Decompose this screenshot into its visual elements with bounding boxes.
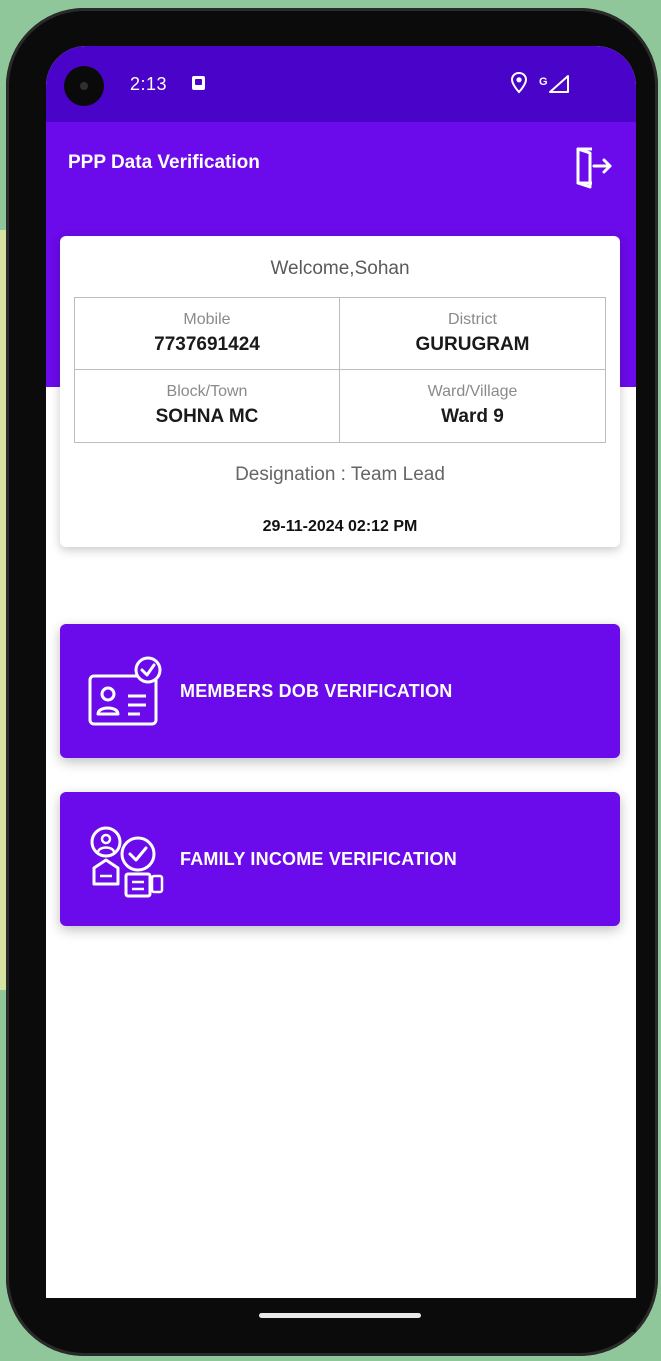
ward-label: Ward/Village bbox=[427, 383, 518, 400]
welcome-text: Welcome,Sohan bbox=[270, 258, 410, 279]
login-datetime: 29-11-2024 02:12 PM bbox=[262, 518, 418, 535]
mobile-cell: Mobile 7737691424 bbox=[75, 298, 340, 370]
status-time: 2:13 bbox=[130, 74, 168, 94]
home-indicator[interactable] bbox=[259, 1313, 421, 1318]
ward-cell: Ward/Village Ward 9 bbox=[340, 370, 605, 442]
block-cell: Block/Town SOHNA MC bbox=[75, 370, 340, 442]
family-income-verification-button[interactable]: FAMILY INCOME VERIFICATION bbox=[60, 792, 620, 926]
mobile-label: Mobile bbox=[183, 311, 231, 328]
district-cell: District GURUGRAM bbox=[340, 298, 605, 370]
camera-hole bbox=[64, 66, 104, 106]
notification-icon bbox=[192, 76, 205, 90]
ward-value: Ward 9 bbox=[441, 406, 504, 427]
phone-frame: 2:13 G PPP Data Verification Welcome,Soh… bbox=[6, 8, 658, 1356]
family-income-verification-label: FAMILY INCOME VERIFICATION bbox=[180, 849, 457, 869]
network-type-label: G bbox=[539, 76, 548, 88]
status-bar: 2:13 G bbox=[46, 46, 636, 122]
district-value: GURUGRAM bbox=[415, 334, 530, 355]
location-icon bbox=[511, 72, 527, 94]
signal-icon bbox=[549, 75, 569, 93]
income-verification-icon bbox=[90, 826, 164, 898]
profile-info-table: Mobile 7737691424 District GURUGRAM Bloc… bbox=[74, 297, 606, 443]
mobile-value: 7737691424 bbox=[154, 334, 260, 355]
id-card-check-icon bbox=[88, 656, 162, 726]
block-label: Block/Town bbox=[166, 383, 248, 400]
district-label: District bbox=[448, 311, 497, 328]
app-screen: 2:13 G PPP Data Verification Welcome,Soh… bbox=[46, 46, 636, 1298]
profile-card: Welcome,Sohan Mobile 7737691424 District… bbox=[60, 236, 620, 547]
members-dob-verification-button[interactable]: MEMBERS DOB VERIFICATION bbox=[60, 624, 620, 758]
logout-button[interactable] bbox=[570, 143, 616, 189]
designation-text: Designation : Team Lead bbox=[235, 464, 445, 485]
members-dob-verification-label: MEMBERS DOB VERIFICATION bbox=[180, 681, 453, 701]
block-value: SOHNA MC bbox=[155, 406, 259, 427]
app-title: PPP Data Verification bbox=[68, 152, 260, 173]
logout-icon bbox=[576, 147, 612, 189]
